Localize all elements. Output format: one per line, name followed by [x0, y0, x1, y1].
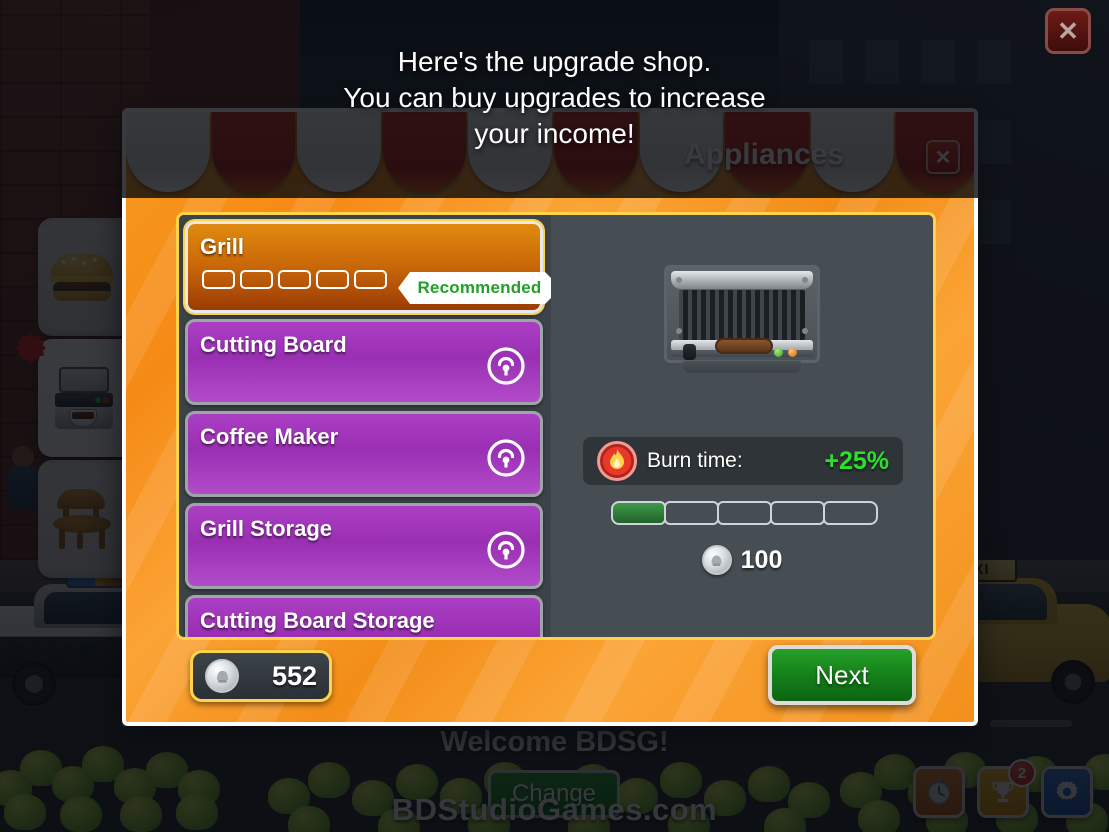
level-pip: [278, 270, 311, 289]
level-pip: [316, 270, 349, 289]
dialog-title: Appliances: [683, 138, 845, 171]
lock-icon: [486, 346, 526, 386]
progress-segment: [611, 501, 666, 525]
dialog-content: Grill Recommended Cutting Board Coffee M…: [176, 212, 936, 640]
flame-icon: [597, 441, 637, 481]
upgrade-shop-dialog: Appliances ✕ Grill Recommended Cutting B…: [122, 108, 978, 726]
upgrade-list[interactable]: Grill Recommended Cutting Board Coffee M…: [179, 215, 551, 637]
progress-segment: [664, 501, 719, 525]
upgrade-name: Grill Storage: [200, 516, 333, 541]
sidebar-item-furniture[interactable]: [38, 460, 126, 578]
close-icon: ✕: [1057, 15, 1079, 46]
dialog-header: Appliances ✕: [126, 112, 974, 198]
trophy-badge: 2: [1008, 759, 1036, 787]
welcome-text: Welcome BDSG!: [440, 726, 669, 758]
stat-burn-time: Burn time: +25%: [583, 437, 903, 485]
upgrade-progress-segments: [611, 501, 878, 525]
sidebar-item-food[interactable]: [38, 218, 126, 336]
stat-label: Burn time:: [647, 449, 743, 472]
chair-icon: [51, 489, 113, 549]
upgrade-row-coffee-maker[interactable]: Coffee Maker: [185, 411, 543, 497]
progress-segment: [770, 501, 825, 525]
sidebar-item-appliances[interactable]: [16, 333, 130, 457]
burger-icon: [50, 254, 114, 301]
recommended-flag: Recommended: [398, 272, 551, 304]
upgrade-name: Coffee Maker: [200, 424, 339, 449]
watermark: BDStudioGames.com: [391, 792, 718, 827]
progress-segment: [717, 501, 772, 525]
grill-icon: [664, 265, 820, 363]
upgrade-row-cutting-board[interactable]: Cutting Board: [185, 319, 543, 405]
upgrade-level-pips: [202, 270, 387, 289]
upgrade-name: Cutting Board Storage: [200, 608, 435, 633]
upgrade-name: Grill: [200, 234, 245, 259]
level-pip: [240, 270, 273, 289]
lock-icon: [486, 438, 526, 478]
upgrade-price: 100: [551, 545, 933, 575]
dialog-close-button[interactable]: ✕: [926, 140, 960, 174]
coffee-maker-icon: [53, 367, 115, 429]
upgrade-row-grill-storage[interactable]: Grill Storage: [185, 503, 543, 589]
grill-base: [683, 361, 801, 373]
level-pip: [354, 270, 387, 289]
next-button-label: Next: [815, 659, 869, 690]
coin-icon: [205, 659, 239, 693]
level-pip: [202, 270, 235, 289]
next-button[interactable]: Next: [768, 645, 916, 705]
lock-icon: [486, 530, 526, 570]
upgrade-row-cutting-board-storage[interactable]: Cutting Board Storage: [185, 595, 543, 637]
category-sidebar: [16, 218, 130, 581]
price-value: 100: [740, 545, 783, 574]
player-balance: 552: [190, 650, 332, 702]
top-close-button[interactable]: ✕: [1045, 8, 1091, 54]
game-screen: POLICE TAXI: [0, 0, 1109, 832]
coin-icon: [701, 545, 732, 575]
stat-value: +25%: [824, 446, 889, 475]
upgrade-row-grill[interactable]: Grill Recommended: [185, 221, 543, 313]
balance-value: 552: [271, 660, 317, 691]
progress-segment: [823, 501, 878, 525]
upgrade-name: Cutting Board: [200, 332, 347, 357]
close-icon: ✕: [934, 146, 952, 169]
upgrade-detail-pane: Burn time: +25% 100: [551, 215, 933, 637]
